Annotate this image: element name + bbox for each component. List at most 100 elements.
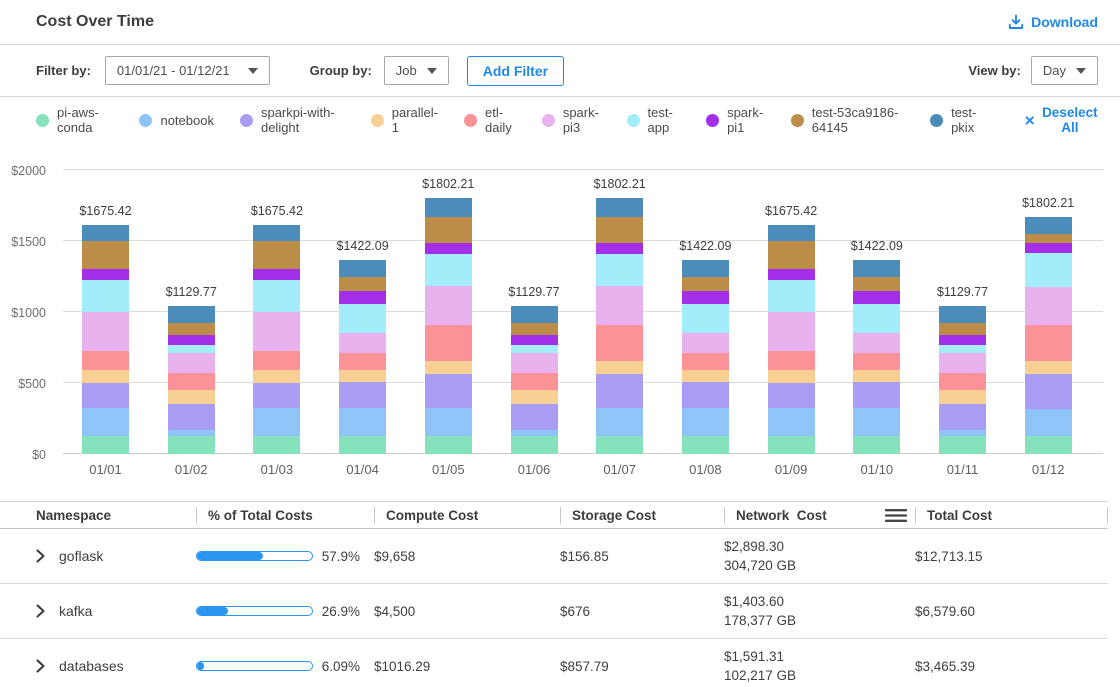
gridline [63, 169, 1103, 170]
x-axis-tick-label: 01/11 [921, 462, 1005, 477]
legend-item-sparkpi-with-delight[interactable]: sparkpi-with-delight [240, 105, 345, 135]
x-axis-tick-label: 01/01 [64, 462, 148, 477]
bar-segment-parallel-1 [425, 361, 472, 374]
bar-segment-pi-aws-conda [425, 436, 472, 454]
chevron-right-icon[interactable] [36, 549, 45, 563]
legend-item-spark-pi3[interactable]: spark-pi3 [542, 105, 601, 135]
deselect-all-button[interactable]: × Deselect All [1025, 105, 1098, 135]
stacked-bar-01/08 [682, 260, 729, 454]
bar-segment-test-app [853, 304, 900, 333]
bar-segment-spark-pi3 [253, 312, 300, 352]
column-header-namespace: Namespace [0, 502, 196, 528]
stacked-bar-01/06 [511, 306, 558, 454]
legend-item-etl-daily[interactable]: etl-daily [464, 105, 516, 135]
download-button[interactable]: Download [1008, 14, 1098, 30]
bar-segment-etl-daily [1025, 325, 1072, 362]
stacked-bar-01/10 [853, 260, 900, 454]
bar-total-label: $1129.77 [492, 285, 576, 299]
bar-segment-parallel-1 [82, 370, 129, 383]
bar-segment-test-app [939, 345, 986, 353]
legend-item-pi-aws-conda[interactable]: pi-aws-conda [36, 105, 113, 135]
series-color-dot [706, 114, 719, 127]
date-range-dropdown[interactable]: 01/01/21 - 01/12/21 [105, 56, 270, 85]
bar-segment-sparkpi-with-delight [939, 404, 986, 429]
bar-total-label: $1675.42 [235, 204, 319, 218]
stacked-bar-01/09 [768, 225, 815, 454]
percent-progress-bar [196, 661, 313, 671]
y-axis-tick-label: $0 [0, 448, 46, 462]
stacked-bar-01/02 [168, 306, 215, 454]
stacked-bar-01/11 [939, 306, 986, 454]
close-icon: × [1025, 112, 1035, 129]
legend-item-spark-pi1[interactable]: spark-pi1 [706, 105, 765, 135]
percent-of-total-cell: 6.09% [196, 651, 374, 682]
bar-segment-spark-pi1 [768, 269, 815, 279]
add-filter-button[interactable]: Add Filter [467, 56, 564, 86]
legend-item-test-pkix[interactable]: test-pkix [930, 105, 985, 135]
total-cost-cell: $12,713.15 [915, 541, 1108, 572]
network-gb-value: 102,217 GB [724, 666, 901, 685]
column-header-total-cost: Total Cost [915, 502, 1108, 528]
bar-segment-test-53ca9186-64145 [768, 241, 815, 269]
x-axis-tick-label: 01/09 [749, 462, 833, 477]
chevron-down-icon [1076, 68, 1086, 74]
bar-segment-pi-aws-conda [939, 436, 986, 454]
namespace-cell[interactable]: goflask [0, 540, 196, 572]
bar-segment-spark-pi1 [511, 335, 558, 345]
network-gb-value: 304,720 GB [724, 556, 901, 575]
bar-segment-test-app [511, 345, 558, 353]
series-color-dot [371, 114, 384, 127]
bar-segment-spark-pi1 [82, 269, 129, 279]
x-axis-tick-label: 01/02 [149, 462, 233, 477]
percent-progress-fill [197, 662, 204, 670]
bar-segment-test-pkix [682, 260, 729, 277]
bar-segment-sparkpi-with-delight [768, 383, 815, 408]
chevron-right-icon[interactable] [36, 604, 45, 618]
bar-segment-spark-pi3 [596, 286, 643, 325]
percent-progress-bar [196, 606, 313, 616]
bar-segment-spark-pi1 [168, 335, 215, 345]
chevron-right-icon[interactable] [36, 659, 45, 673]
legend-item-label: notebook [160, 113, 214, 128]
bar-total-label: $1129.77 [149, 285, 233, 299]
namespace-cell[interactable]: databases [0, 650, 196, 682]
legend-item-test-app[interactable]: test-app [627, 105, 681, 135]
x-axis-tick-label: 01/06 [492, 462, 576, 477]
bar-segment-parallel-1 [596, 361, 643, 374]
bar-segment-pi-aws-conda [853, 436, 900, 454]
namespace-cell[interactable]: kafka [0, 595, 196, 627]
y-axis-tick-label: $500 [0, 377, 46, 391]
bar-total-label: $1802.21 [578, 177, 662, 191]
bar-segment-etl-daily [511, 373, 558, 390]
bar-segment-test-pkix [768, 225, 815, 241]
bar-total-label: $1422.09 [663, 239, 747, 253]
bar-segment-sparkpi-with-delight [339, 382, 386, 408]
percent-label: 57.9% [322, 549, 360, 564]
legend-item-notebook[interactable]: notebook [139, 113, 214, 128]
bar-segment-spark-pi3 [1025, 287, 1072, 325]
bar-segment-test-app [768, 280, 815, 312]
bar-segment-notebook [168, 430, 215, 437]
legend-item-parallel-1[interactable]: parallel-1 [371, 105, 438, 135]
x-axis-tick-label: 01/07 [578, 462, 662, 477]
bar-total-label: $1422.09 [835, 239, 919, 253]
stacked-bar-01/04 [339, 260, 386, 454]
group-by-value: Job [396, 63, 417, 78]
bar-segment-sparkpi-with-delight [1025, 374, 1072, 409]
bar-segment-pi-aws-conda [768, 436, 815, 454]
bar-segment-sparkpi-with-delight [596, 374, 643, 408]
legend-item-label: test-app [648, 105, 681, 135]
bar-segment-pi-aws-conda [511, 436, 558, 454]
menu-icon[interactable] [885, 508, 907, 523]
view-by-dropdown[interactable]: Day [1031, 56, 1098, 85]
chevron-down-icon [427, 68, 437, 74]
group-by-dropdown[interactable]: Job [384, 56, 449, 85]
x-axis-tick-label: 01/10 [835, 462, 919, 477]
bar-segment-spark-pi3 [168, 353, 215, 373]
filter-bar: Filter by: 01/01/21 - 01/12/21 Group by:… [0, 45, 1120, 97]
bar-segment-parallel-1 [339, 370, 386, 383]
bar-segment-test-app [339, 304, 386, 333]
filter-by-label: Filter by: [36, 63, 91, 78]
legend-item-test-53ca9186-64145[interactable]: test-53ca9186-64145 [791, 105, 904, 135]
bar-segment-test-pkix [82, 225, 129, 241]
